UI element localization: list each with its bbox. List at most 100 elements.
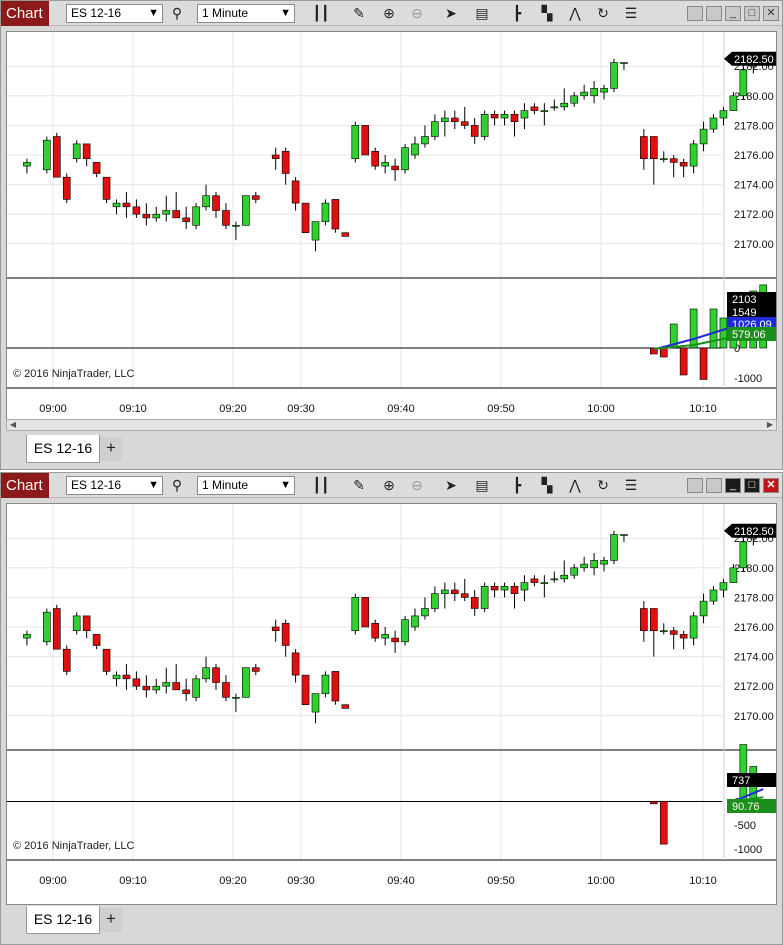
candle: [421, 597, 429, 620]
zoom-in-icon[interactable]: ⊕: [379, 4, 399, 23]
chart-title[interactable]: Chart: [1, 473, 49, 498]
candle: [570, 564, 579, 579]
maximize-icon[interactable]: □: [744, 478, 760, 493]
interval-selector[interactable]: 1 Minute ▼: [197, 476, 295, 495]
scroll-right-icon[interactable]: ▶: [764, 420, 776, 430]
zoom-out-icon[interactable]: ⊖: [407, 476, 427, 495]
reload-icon[interactable]: ↻: [593, 4, 613, 23]
window-toggle-icon[interactable]: [706, 6, 722, 21]
candle: [381, 155, 389, 174]
bar-type-icon[interactable]: ┃┃: [311, 476, 331, 495]
chart-svg[interactable]: 2182.002180.002178.002176.002174.002172.…: [7, 32, 777, 431]
scroll-left-icon[interactable]: ◀: [7, 420, 19, 430]
candle-body: [580, 563, 588, 569]
candle-body: [122, 674, 131, 680]
candle: [450, 582, 459, 602]
chart-plot-area[interactable]: 2182.00 2180.00 2178.00 2176.00 2174.00 2172.…: [6, 503, 777, 905]
candle: [202, 656, 210, 683]
properties-icon[interactable]: ☰: [621, 476, 641, 495]
candle: [421, 125, 429, 148]
candle: [62, 173, 71, 204]
candle: [530, 575, 539, 587]
strategies-icon[interactable]: ▚: [537, 476, 557, 495]
chart-svg[interactable]: 2182.002180.002178.002176.002174.002172.…: [7, 504, 777, 905]
add-tab-button[interactable]: +: [100, 908, 122, 932]
close-icon[interactable]: ✕: [763, 6, 779, 21]
time-axis-label: 09:50: [487, 403, 515, 415]
pointer-icon[interactable]: ➤: [441, 476, 461, 495]
minimize-icon[interactable]: _: [725, 6, 741, 21]
candle-body: [152, 685, 161, 691]
candle-body: [669, 158, 678, 163]
maximize-icon[interactable]: □: [744, 6, 760, 21]
candle: [739, 538, 748, 572]
instrument-selector[interactable]: ES 12-16 ▼: [66, 476, 163, 495]
horizontal-scrollbar[interactable]: ◀ ▶: [6, 419, 777, 431]
indicator-bar: [659, 347, 668, 358]
interval-selector[interactable]: 1 Minute ▼: [197, 4, 295, 23]
strategies-icon[interactable]: ▚: [537, 4, 557, 23]
candle: [560, 560, 569, 583]
candle: [560, 88, 569, 111]
candle: [311, 693, 320, 724]
candle-body: [341, 232, 350, 237]
instrument-selector[interactable]: ES 12-16 ▼: [66, 4, 163, 23]
window-toggle-icon[interactable]: [687, 478, 703, 493]
window-toggle-icon[interactable]: [687, 6, 703, 21]
search-icon[interactable]: ⚲: [167, 476, 187, 495]
indicators-icon[interactable]: ┣: [507, 476, 527, 495]
chart-style-icon[interactable]: ⋀: [565, 476, 585, 495]
tab-es-12-16[interactable]: ES 12-16: [26, 435, 100, 463]
zoom-out-icon[interactable]: ⊖: [407, 4, 427, 23]
candle-body: [550, 106, 559, 109]
candle-body: [162, 210, 171, 215]
candle: [132, 671, 141, 690]
reload-icon[interactable]: ↻: [593, 476, 613, 495]
candle: [510, 582, 519, 609]
close-icon[interactable]: ✕: [763, 478, 779, 493]
minimize-icon[interactable]: _: [725, 478, 741, 493]
window-toggle-icon[interactable]: [706, 478, 722, 493]
add-tab-button[interactable]: +: [100, 437, 122, 461]
candle-body: [311, 693, 320, 713]
candle: [610, 58, 618, 93]
chart-style-icon[interactable]: ⋀: [565, 4, 585, 23]
candle: [152, 206, 161, 222]
bar-type-icon[interactable]: ┃┃: [311, 4, 331, 23]
candle-body: [470, 125, 479, 137]
candle-body: [321, 202, 330, 222]
properties-icon[interactable]: ☰: [621, 4, 641, 23]
candle: [679, 158, 688, 178]
last-price-tag-label: 2182.50: [734, 526, 774, 538]
data-box-icon[interactable]: ▤: [472, 476, 492, 495]
candle-body: [739, 69, 748, 97]
time-axis-label: 09:40: [387, 403, 415, 415]
search-icon[interactable]: ⚲: [167, 4, 187, 23]
candle-body: [590, 560, 598, 569]
candle: [679, 630, 688, 650]
price-axis-label: 2172.00: [734, 681, 774, 693]
indicators-icon[interactable]: ┣: [507, 4, 527, 23]
indicator-bar: [699, 347, 708, 380]
chart-plot-area[interactable]: 2182.00 2180.00 2178.00 2176.00 2174.00 2172.…: [6, 31, 777, 431]
candle-body: [431, 121, 439, 137]
candle-body: [152, 213, 161, 219]
zoom-in-icon[interactable]: ⊕: [379, 476, 399, 495]
candle-body: [281, 623, 290, 646]
draw-pen-icon[interactable]: ✎: [349, 4, 369, 23]
data-box-icon[interactable]: ▤: [472, 4, 492, 23]
candle: [600, 84, 608, 100]
candle: [441, 582, 449, 609]
candle: [540, 575, 549, 598]
candle-body: [391, 637, 399, 643]
tab-es-12-16[interactable]: ES 12-16: [26, 906, 100, 934]
draw-pen-icon[interactable]: ✎: [349, 476, 369, 495]
candle-body: [301, 674, 310, 706]
indicator-bar: [649, 801, 658, 805]
pointer-icon[interactable]: ➤: [441, 4, 461, 23]
candle-body: [530, 578, 539, 583]
price-axis-label: 2172.00: [734, 209, 774, 221]
chart-title[interactable]: Chart: [1, 1, 49, 26]
candle-body: [679, 634, 688, 639]
candle: [441, 110, 449, 137]
